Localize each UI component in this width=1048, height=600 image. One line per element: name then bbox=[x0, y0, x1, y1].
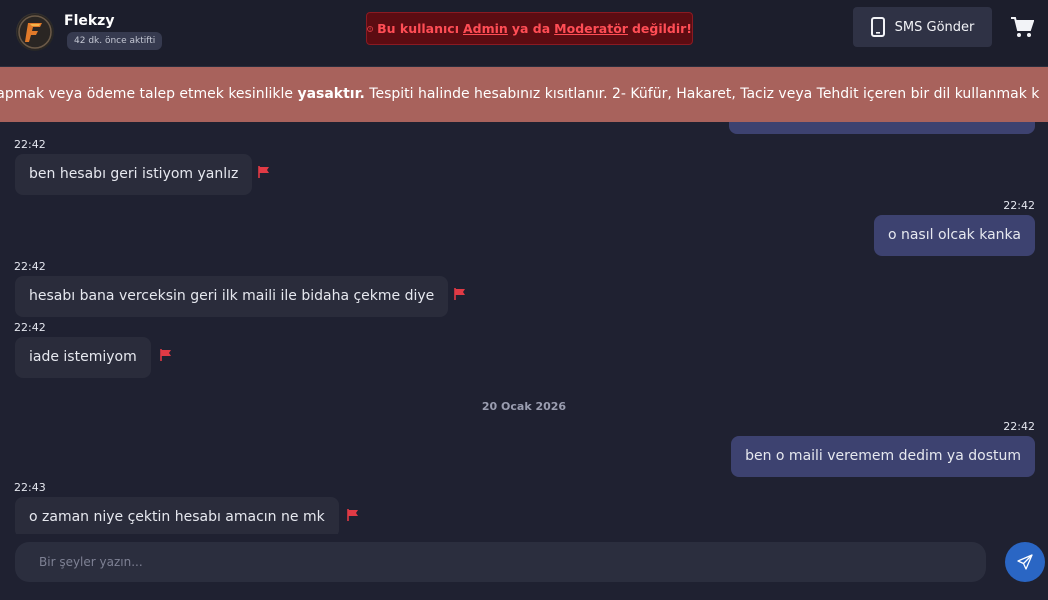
message-time: 22:42 bbox=[14, 260, 46, 273]
send-sms-label: SMS Gönder bbox=[894, 19, 975, 35]
avatar-logo-icon[interactable] bbox=[16, 13, 54, 51]
warning-role-moderator: Moderatör bbox=[554, 21, 628, 36]
report-flag-icon[interactable] bbox=[347, 509, 359, 521]
message-time: 22:42 bbox=[1003, 199, 1035, 212]
report-flag-icon[interactable] bbox=[454, 288, 466, 300]
warning-prefix: Bu kullanıcı bbox=[377, 21, 459, 36]
report-flag-icon[interactable] bbox=[160, 349, 172, 361]
warning-suffix: değildir! bbox=[631, 21, 692, 36]
paper-plane-icon bbox=[1017, 554, 1033, 570]
report-flag-icon[interactable] bbox=[258, 166, 270, 178]
user-status-badge: 42 dk. önce aktifti bbox=[67, 32, 163, 50]
incoming-message-bubble: o zaman niye çektin hesabı amacın ne mk bbox=[15, 497, 339, 534]
incoming-message-bubble: hesabı bana verceksin geri ilk maili ile… bbox=[15, 276, 449, 317]
ticker-part-1: yapmak veya ödeme talep etmek kesinlikle bbox=[0, 86, 293, 102]
info-circle-icon bbox=[367, 25, 373, 32]
rules-ticker: yapmak veya ödeme talep etmek kesinlikle… bbox=[0, 67, 1048, 122]
rules-ticker-text: yapmak veya ödeme talep etmek kesinlikle… bbox=[0, 67, 1039, 122]
message-time: 22:42 bbox=[14, 138, 46, 151]
message-time: 22:43 bbox=[14, 481, 46, 494]
chat-header: Flekzy 42 dk. önce aktifti Bu kullanıcı … bbox=[0, 0, 1048, 67]
ticker-part-2: Tespiti halinde hesabınız kısıtlanır. 2-… bbox=[369, 86, 1040, 102]
outgoing-message-bubble: ben o maili veremem dedim ya dostum bbox=[731, 436, 1035, 477]
incoming-message-bubble: iade istemiyom bbox=[15, 337, 151, 378]
message-input[interactable] bbox=[15, 542, 986, 582]
chat-messages[interactable]: 22:42 ben hesabı geri istiyom yanlız 22:… bbox=[0, 122, 1048, 534]
message-time: 22:42 bbox=[1003, 420, 1035, 433]
mobile-phone-icon bbox=[870, 17, 885, 37]
incoming-message-bubble: ben hesabı geri istiyom yanlız bbox=[15, 154, 253, 195]
user-name[interactable]: Flekzy bbox=[64, 13, 114, 29]
message-time: 22:42 bbox=[14, 321, 46, 334]
warning-middle: ya da bbox=[511, 21, 551, 36]
shopping-cart-icon[interactable] bbox=[1010, 15, 1034, 39]
outgoing-message-bubble: o nasıl olcak kanka bbox=[873, 215, 1035, 256]
role-warning-banner: Bu kullanıcı Admin ya da Moderatör değil… bbox=[366, 12, 693, 45]
send-sms-button[interactable]: SMS Gönder bbox=[853, 7, 992, 47]
outgoing-message-bubble-partial bbox=[729, 122, 1035, 134]
ticker-bold: yasaktır. bbox=[297, 86, 365, 102]
warning-role-admin: Admin bbox=[463, 21, 508, 36]
send-message-button[interactable] bbox=[1005, 542, 1045, 582]
date-separator: 20 Ocak 2026 bbox=[481, 400, 567, 413]
